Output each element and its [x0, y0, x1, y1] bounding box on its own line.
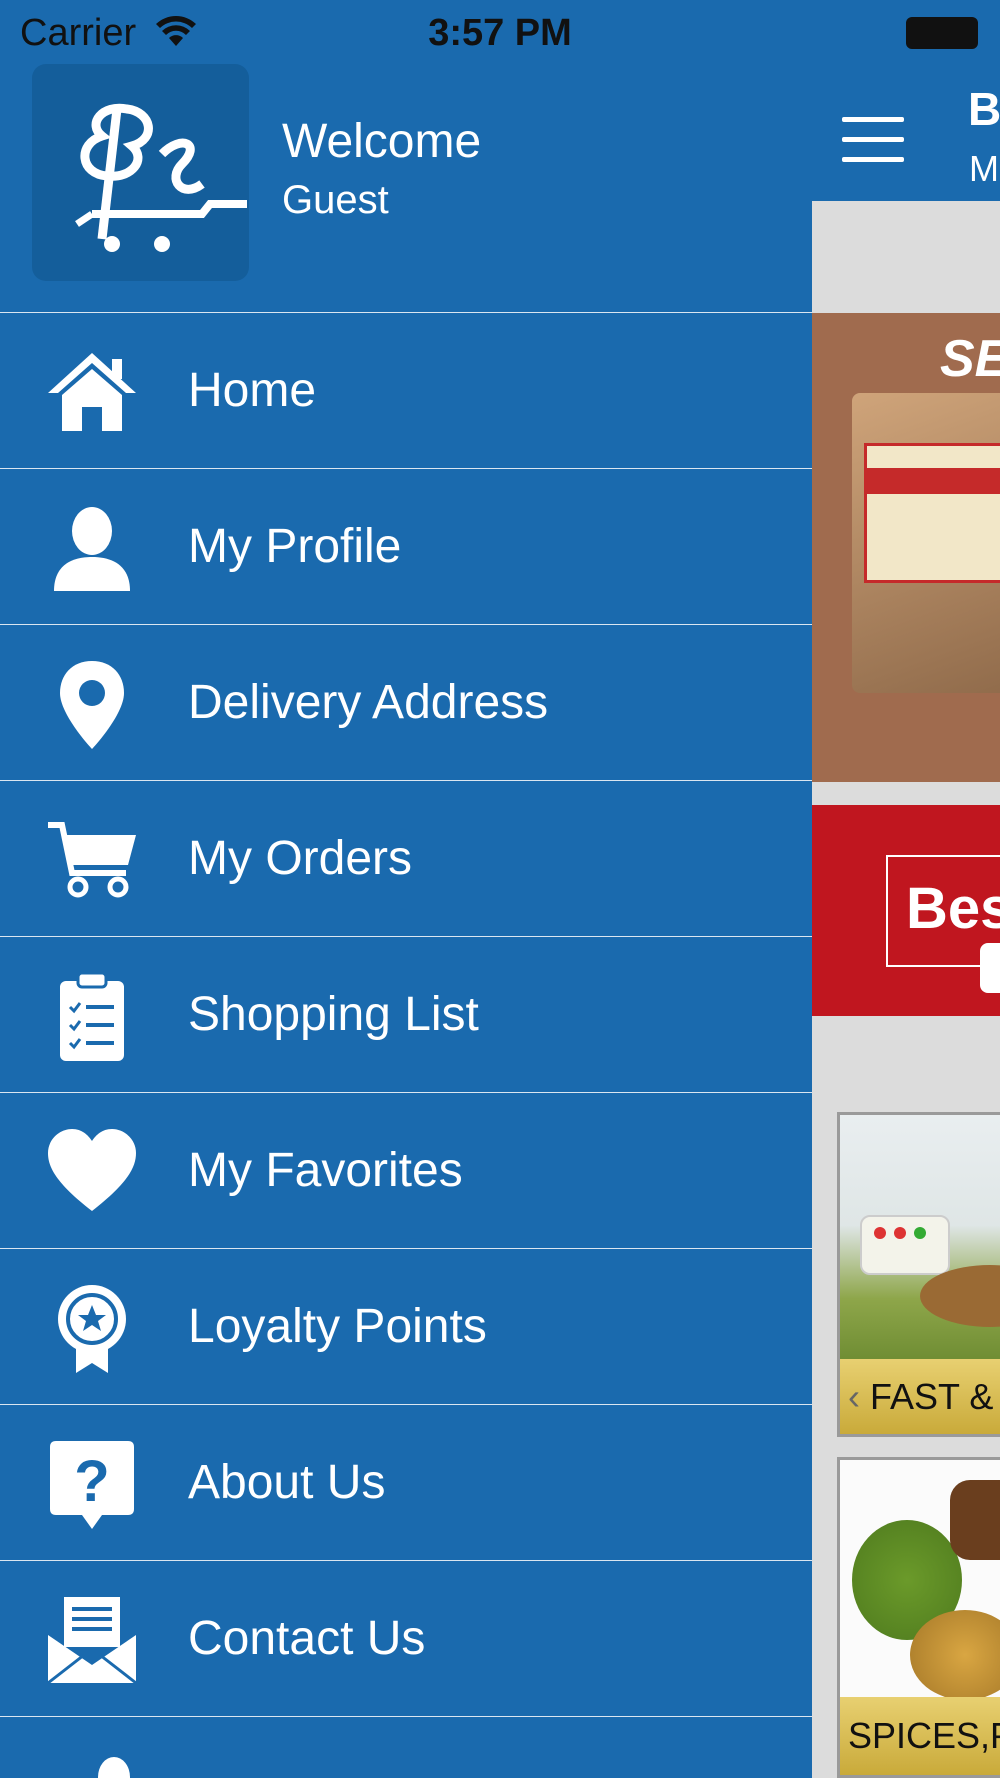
- envelope-icon: [47, 1597, 137, 1685]
- menu-item-contact-us[interactable]: Contact Us: [0, 1561, 812, 1717]
- menu-item-my-orders[interactable]: My Orders: [0, 781, 812, 937]
- menu-item-shopping-list[interactable]: Shopping List: [0, 937, 812, 1093]
- category-label: SPICES,P: [848, 1715, 1000, 1756]
- user-icon: [98, 1757, 130, 1778]
- promo-button-shape: [980, 943, 1000, 993]
- menu-label: My Favorites: [188, 1144, 463, 1197]
- award-badge-icon: [58, 1285, 126, 1373]
- menu-item-home[interactable]: Home: [0, 313, 812, 469]
- category-card[interactable]: SPICES,P: [837, 1457, 1000, 1778]
- menu-item-my-favorites[interactable]: My Favorites: [0, 1093, 812, 1249]
- chevron-left-icon[interactable]: ‹: [848, 1376, 860, 1417]
- menu-toggle-icon[interactable]: [842, 117, 904, 162]
- svg-text:?: ?: [74, 1449, 109, 1514]
- location-pin-icon: [60, 661, 124, 749]
- menu-item-loyalty-points[interactable]: Loyalty Points: [0, 1249, 812, 1405]
- category-caption: SPICES,P: [840, 1697, 1000, 1775]
- category-image: [840, 1460, 1000, 1705]
- cart-icon: [48, 822, 136, 898]
- battery-icon: [906, 17, 978, 49]
- store-title: B: [968, 83, 1000, 135]
- main-content: B M SE Bes ‹ FAST & SPICES,P: [812, 0, 1000, 1778]
- product-banner[interactable]: SE: [812, 313, 1000, 782]
- drawer-menu: Home My Profile Delivery Address My Orde…: [0, 313, 812, 1778]
- home-icon: [48, 353, 136, 431]
- menu-label: Delivery Address: [188, 676, 549, 729]
- brand-logo: [32, 64, 249, 281]
- question-bubble-icon: ?: [50, 1441, 134, 1529]
- menu-label: Loyalty Points: [188, 1300, 487, 1353]
- menu-label: Home: [188, 364, 317, 417]
- menu-label: My Orders: [188, 832, 413, 885]
- menu-item-delivery-address[interactable]: Delivery Address: [0, 625, 812, 781]
- packet-label: [864, 443, 1000, 583]
- clock: 3:57 PM: [428, 12, 572, 54]
- menu-item-partial[interactable]: [0, 1717, 812, 1778]
- menu-item-about-us[interactable]: ? About Us: [0, 1405, 812, 1561]
- menu-label: Contact Us: [188, 1612, 426, 1665]
- banner-text: SE: [940, 330, 1000, 388]
- user-icon: [54, 507, 130, 591]
- side-drawer: Welcome Guest Home My Profile Delivery A…: [0, 0, 812, 1778]
- menu-label: About Us: [188, 1456, 386, 1509]
- menu-item-my-profile[interactable]: My Profile: [0, 469, 812, 625]
- status-bar: Carrier 3:57 PM: [0, 0, 1000, 64]
- category-card[interactable]: ‹ FAST &: [837, 1112, 1000, 1437]
- user-name: Guest: [282, 178, 389, 222]
- promo-text: Bes: [906, 876, 1000, 941]
- cup-image: [860, 1215, 950, 1275]
- clipboard-list-icon: [60, 971, 124, 1061]
- category-label: FAST &: [870, 1376, 994, 1417]
- promo-banner[interactable]: Bes: [812, 805, 1000, 1016]
- logo-icon: [75, 103, 247, 252]
- drawer-header: Welcome Guest: [0, 64, 812, 313]
- category-caption: ‹ FAST &: [840, 1359, 1000, 1434]
- category-image: [840, 1115, 1000, 1360]
- menu-label: My Profile: [188, 520, 402, 573]
- menu-label: Shopping List: [188, 988, 479, 1041]
- welcome-text: Welcome: [282, 115, 482, 168]
- store-subtitle: M: [969, 148, 999, 189]
- heart-icon: [48, 1129, 136, 1211]
